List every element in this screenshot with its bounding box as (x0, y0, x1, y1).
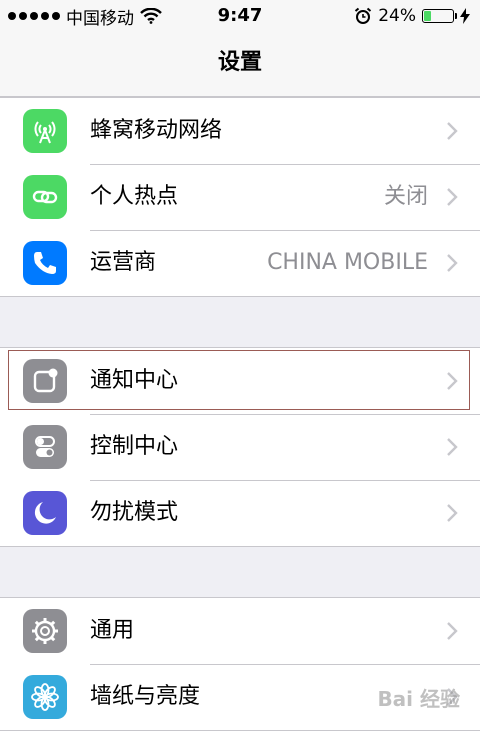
moon-icon (23, 491, 67, 535)
hotspot-link-icon (23, 175, 67, 219)
settings-group-system: 通知中心 控制中心 勿扰模式 (0, 347, 480, 547)
cellular-antenna-icon (23, 109, 67, 153)
settings-row-value: CHINA MOBILE (267, 250, 428, 275)
settings-row-cellular[interactable]: 蜂窝移动网络 (0, 98, 480, 164)
settings-row-hotspot[interactable]: 个人热点 关闭 (0, 164, 480, 230)
notification-center-icon (23, 359, 67, 403)
settings-row-label: 通用 (90, 618, 135, 643)
flower-icon (23, 675, 67, 719)
chevron-right-icon (447, 122, 458, 140)
settings-row-general[interactable]: 通用 (0, 598, 480, 664)
settings-row-control-center[interactable]: 控制中心 (0, 414, 480, 480)
status-bar: 中国移动 9:47 24% (0, 0, 480, 32)
chevron-right-icon (447, 254, 458, 272)
battery-icon (422, 9, 457, 23)
page-title: 设置 (217, 50, 262, 75)
nav-bar: 设置 (0, 32, 480, 97)
phone-icon (23, 241, 67, 285)
chevron-right-icon (447, 622, 458, 640)
battery-percentage: 24% (378, 6, 416, 26)
settings-row-label: 通知中心 (90, 368, 179, 393)
charging-bolt-icon (460, 8, 470, 24)
settings-group-network: 蜂窝移动网络 个人热点 关闭 运营商 CHINA MOBILE (0, 97, 480, 297)
settings-row-label: 个人热点 (90, 184, 179, 209)
chevron-right-icon (447, 438, 458, 456)
chevron-right-icon (447, 372, 458, 390)
status-right: 24% (354, 0, 470, 32)
battery-fill (424, 11, 431, 21)
watermark-logo: Bai 经验 (377, 687, 460, 711)
gear-icon (23, 609, 67, 653)
settings-row-label: 墙纸与亮度 (90, 684, 201, 709)
selection-highlight-box (8, 350, 470, 410)
chevron-right-icon (447, 188, 458, 206)
settings-row-label: 控制中心 (90, 434, 179, 459)
settings-row-label: 勿扰模式 (90, 500, 179, 525)
settings-row-label: 运营商 (90, 250, 157, 275)
settings-row-value: 关闭 (383, 184, 428, 209)
settings-row-do-not-disturb[interactable]: 勿扰模式 (0, 480, 480, 546)
settings-row-carrier[interactable]: 运营商 CHINA MOBILE (0, 230, 480, 296)
settings-row-notification-center[interactable]: 通知中心 (0, 348, 480, 414)
control-center-icon (23, 425, 67, 469)
chevron-right-icon (447, 504, 458, 522)
settings-row-label: 蜂窝移动网络 (90, 118, 223, 143)
alarm-clock-icon (355, 7, 372, 24)
